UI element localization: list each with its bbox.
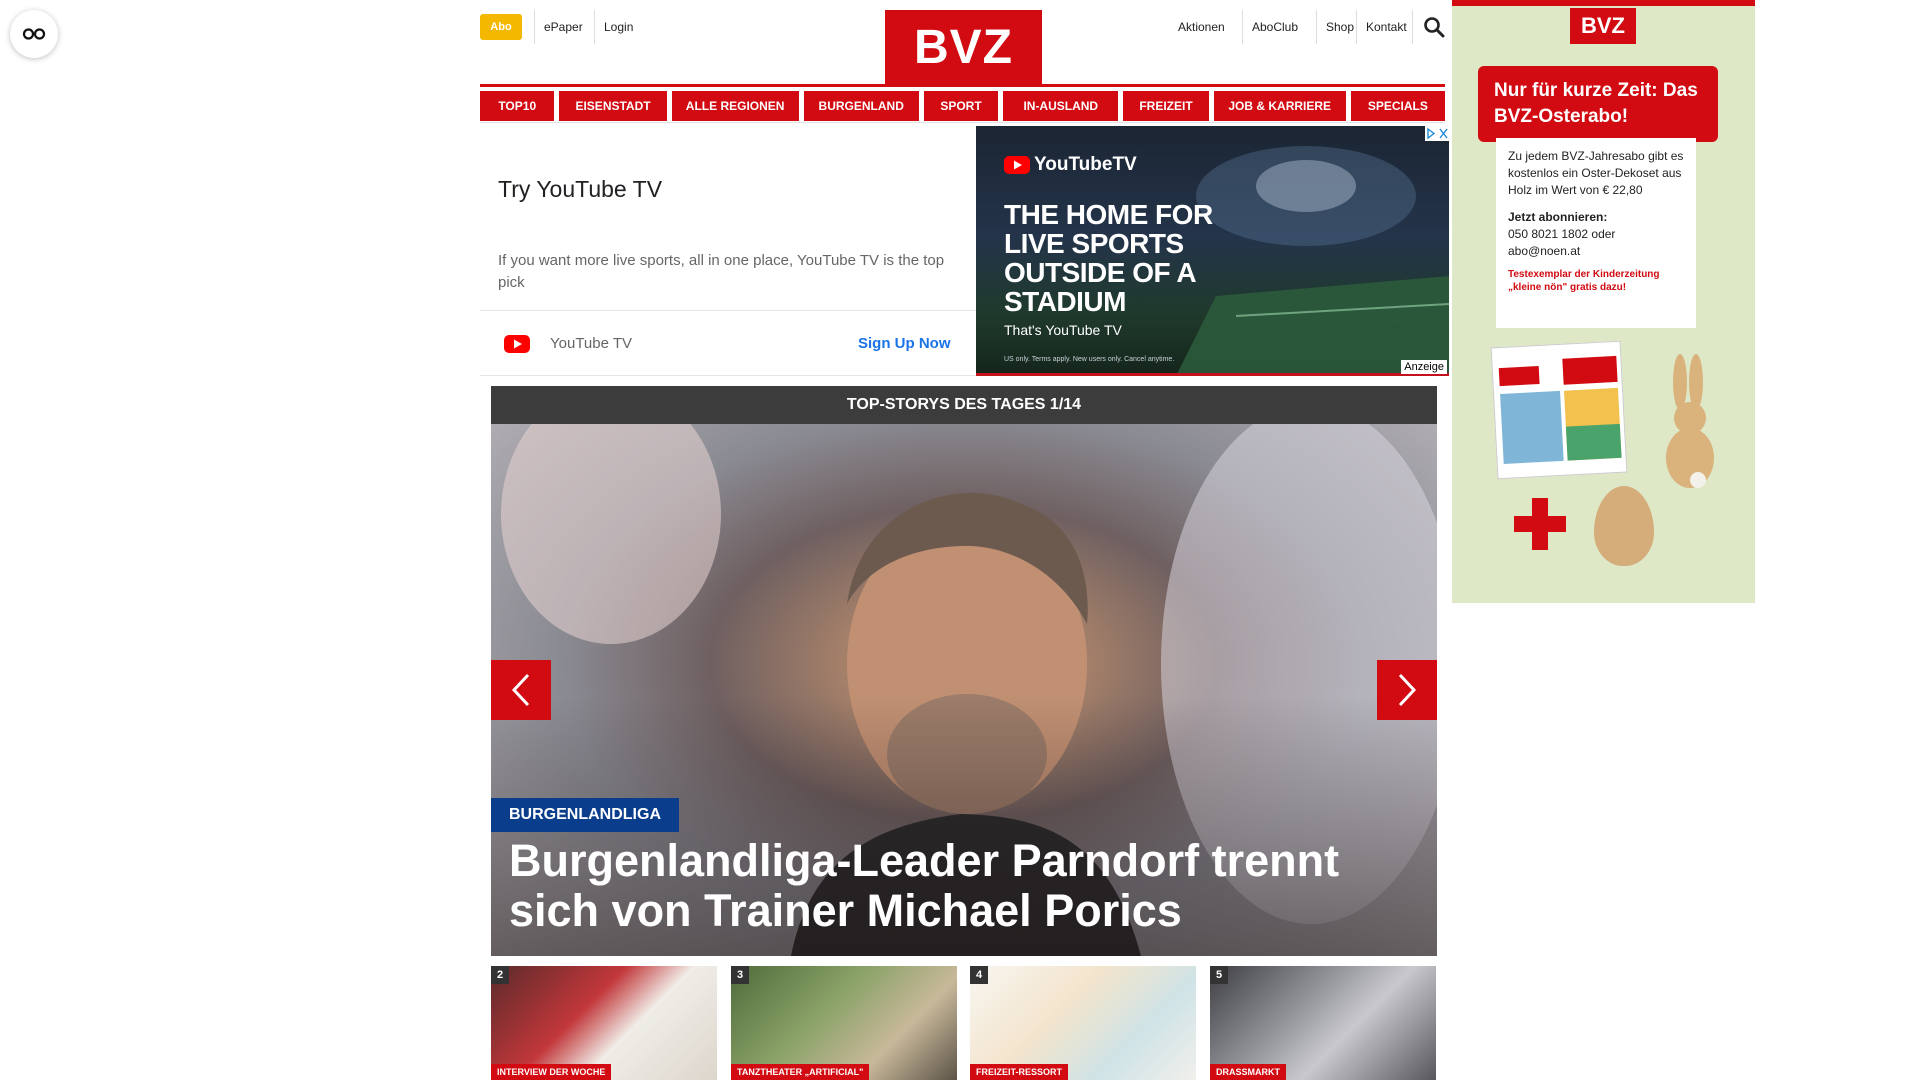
ad-description: If you want more live sports, all in one… (498, 252, 945, 291)
ad-text-panel[interactable]: Try YouTube TV If you want more live spo… (480, 126, 976, 376)
header-rule (480, 84, 1445, 87)
story-thumb[interactable]: 2 INTERVIEW DER WOCHE (491, 966, 717, 1080)
glasses-icon (22, 28, 46, 40)
story-thumb[interactable]: 3 TANZTHEATER „ARTIFICIAL" (731, 966, 957, 1080)
sidebar-ad[interactable]: BVZ Nur für kurze Zeit: Das BVZ-Osterabo… (1452, 0, 1755, 603)
nav-item-top10[interactable]: TOP10 (480, 91, 555, 121)
ad-image-headline: THE HOME FOR LIVE SPORTS OUTSIDE OF A ST… (1004, 199, 1213, 317)
nav-item-specials[interactable]: SPECIALS (1350, 91, 1445, 121)
chevron-left-icon (511, 673, 530, 707)
nav-item-freizeit[interactable]: FREIZEIT (1123, 91, 1209, 121)
sidebar-ad-cta-title: Jetzt abonnieren: (1508, 210, 1608, 224)
ad-image-logo: YouTubeTV (1004, 154, 1137, 176)
divider (594, 10, 595, 44)
nav-item-in-ausland[interactable]: IN-AUSLAND (1003, 91, 1119, 121)
adchoices-icon[interactable] (1425, 126, 1449, 141)
story-thumb[interactable]: 5 DRASSMARKT (1210, 966, 1436, 1080)
story-category: TANZTHEATER „ARTIFICIAL" (731, 1064, 870, 1080)
story-number: 4 (970, 966, 988, 984)
sidebar-ad-note: Testexemplar der Kinderzeitung „kleine n… (1508, 269, 1660, 293)
wooden-bunny-image (1666, 354, 1714, 488)
ad-image-panel[interactable]: YouTubeTV THE HOME FOR LIVE SPORTS OUTSI… (976, 126, 1449, 376)
story-category: INTERVIEW DER WOCHE (491, 1064, 612, 1080)
ad-cta-button[interactable]: Sign Up Now (858, 335, 951, 352)
aboclub-link[interactable]: AboClub (1252, 14, 1298, 40)
ad-image-fineprint: US only. Terms apply. New users only. Ca… (1004, 356, 1175, 363)
story-number: 3 (731, 966, 749, 984)
top-stories-header: TOP-STORYS DES TAGES 1/14 (491, 386, 1437, 424)
login-link[interactable]: Login (604, 14, 633, 40)
ad-footer: YouTube TV Sign Up Now (480, 310, 976, 376)
carousel-next-button[interactable] (1377, 660, 1437, 720)
adchoices-icon-glyph (1427, 127, 1448, 140)
youtube-icon (1004, 156, 1030, 174)
aktionen-link[interactable]: Aktionen (1178, 14, 1225, 40)
divider (534, 10, 535, 44)
hero-story[interactable]: BURGENLANDLIGA Burgenlandliga-Leader Par… (491, 424, 1437, 956)
ad-brand: YouTube TV (550, 335, 633, 352)
divider (1316, 10, 1317, 44)
sidebar-ad-contact: 050 8021 1802 oder abo@noen.at (1508, 227, 1616, 258)
nav-divider (480, 122, 1445, 123)
story-category: FREIZEIT-RESSORT (970, 1064, 1069, 1080)
epaper-link[interactable]: ePaper (544, 14, 583, 40)
search-icon[interactable] (1423, 16, 1445, 38)
page: Abo ePaper Login BVZ Aktionen AboClub Sh… (0, 0, 1920, 1080)
accessibility-toggle[interactable] (10, 10, 58, 58)
nav-item-alle-regionen[interactable]: ALLE REGIONEN (671, 91, 799, 121)
story-thumb[interactable]: 4 FREIZEIT-RESSORT (970, 966, 1196, 1080)
sidebar-ad-body: Zu jedem BVZ-Jahresabo gibt es kostenlos… (1508, 149, 1684, 197)
nav-item-sport[interactable]: SPORT (923, 91, 999, 121)
kontakt-link[interactable]: Kontakt (1366, 14, 1407, 40)
newspaper-image (1490, 340, 1628, 480)
hero-title[interactable]: Burgenlandliga-Leader Parndorf trennt si… (509, 836, 1409, 936)
shop-link[interactable]: Shop (1326, 14, 1354, 40)
divider (1242, 10, 1243, 44)
story-number: 5 (1210, 966, 1228, 984)
main-nav: TOP10 EISENSTADT ALLE REGIONEN BURGENLAN… (480, 91, 1445, 121)
story-number: 2 (491, 966, 509, 984)
ad-label: Anzeige (1401, 360, 1447, 374)
plus-icon (1514, 498, 1566, 550)
divider (1356, 10, 1357, 44)
hero-category-badge[interactable]: BURGENLANDLIGA (491, 798, 679, 832)
sidebar-ad-logo: BVZ (1570, 8, 1636, 44)
newspaper-illustration (1498, 355, 1622, 464)
site-header: Abo ePaper Login BVZ Aktionen AboClub Sh… (480, 0, 1445, 84)
story-category: DRASSMARKT (1210, 1064, 1286, 1080)
divider (1412, 10, 1413, 44)
ad-image-subline: That's YouTube TV (1004, 322, 1122, 338)
chevron-right-icon (1398, 673, 1417, 707)
site-logo[interactable]: BVZ (885, 10, 1042, 84)
carousel-prev-button[interactable] (491, 660, 551, 720)
wooden-egg-image (1594, 486, 1654, 566)
sidebar-ad-headline: Nur für kurze Zeit: Das BVZ-Osterabo! (1478, 66, 1718, 142)
nav-item-eisenstadt[interactable]: EISENSTADT (559, 91, 667, 121)
ad-title[interactable]: Try YouTube TV (498, 176, 662, 203)
nav-item-burgenland[interactable]: BURGENLAND (803, 91, 919, 121)
sidebar-ad-card: Zu jedem BVZ-Jahresabo gibt es kostenlos… (1496, 138, 1696, 328)
abo-button[interactable]: Abo (480, 14, 522, 40)
ad-image-logo-text: YouTubeTV (1034, 154, 1137, 175)
youtube-icon (504, 335, 530, 353)
nav-item-job-karriere[interactable]: JOB & KARRIERE (1213, 91, 1346, 121)
